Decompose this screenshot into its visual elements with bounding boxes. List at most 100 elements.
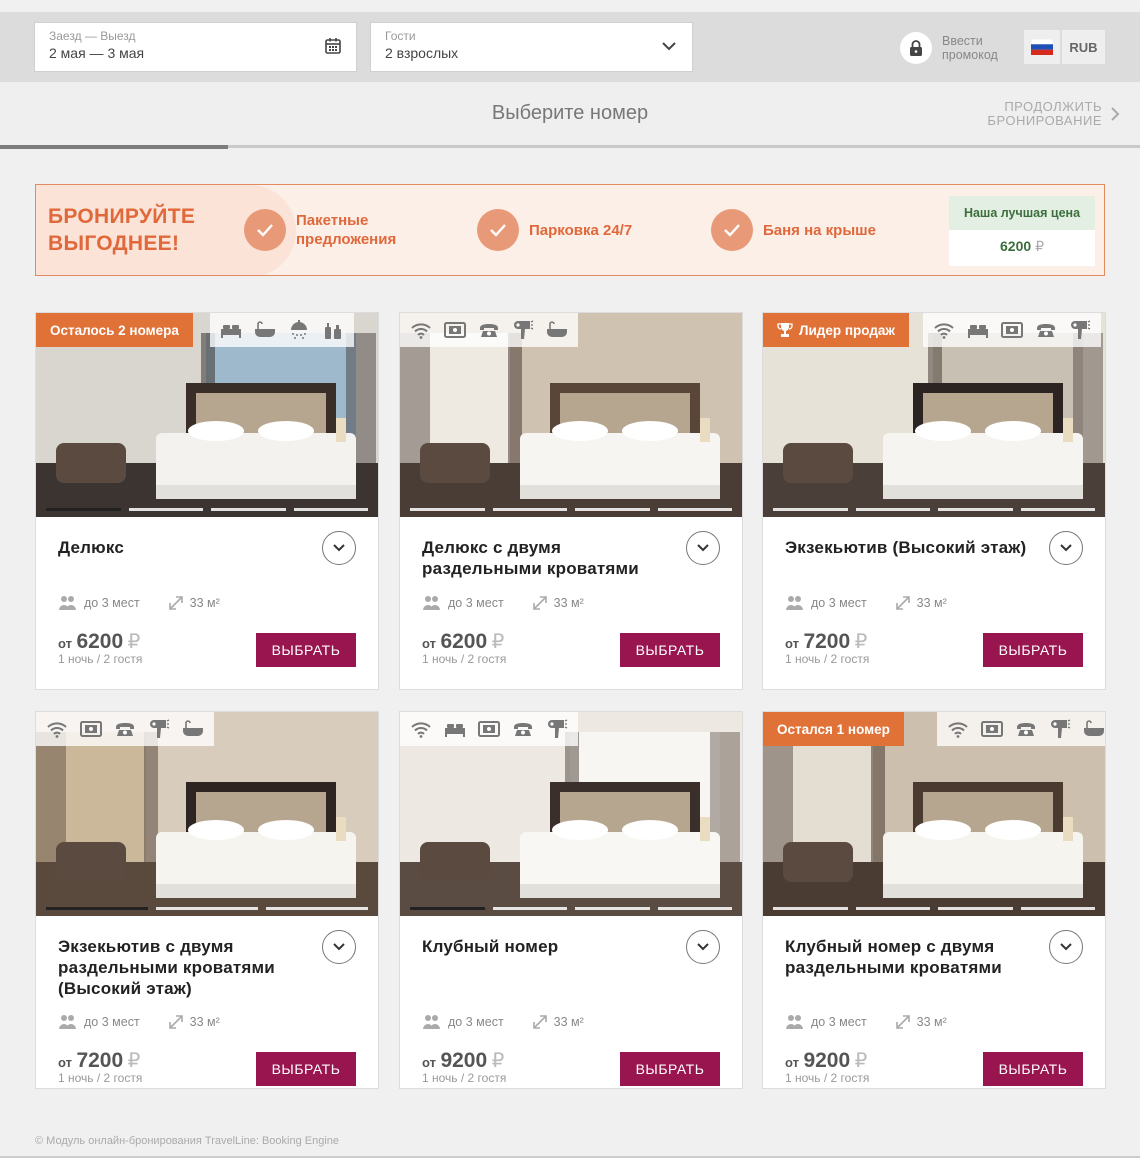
select-room-button[interactable]: ВЫБРАТЬ — [983, 1052, 1083, 1086]
wifi-icon — [933, 319, 955, 341]
guests-field[interactable]: Гости 2 взрослых — [370, 22, 693, 72]
carousel-dot[interactable] — [1020, 907, 1095, 910]
banner-title-line1: БРОНИРУЙТЕ — [48, 205, 196, 228]
expand-details-button[interactable] — [1049, 930, 1083, 964]
expand-details-button[interactable] — [686, 531, 720, 565]
continue-booking-link[interactable]: ПРОДОЛЖИТЬ БРОНИРОВАНИЕ — [987, 100, 1102, 128]
carousel-dot[interactable] — [657, 508, 732, 511]
carousel-dot[interactable] — [266, 907, 368, 910]
capacity-text: до 3 мест — [811, 596, 867, 610]
carousel-dot[interactable] — [492, 907, 567, 910]
area-text: 33 м² — [553, 596, 584, 610]
room-specs: до 3 мест 33 м² — [785, 1014, 947, 1030]
carousel-dot[interactable] — [1020, 508, 1095, 511]
carousel-dot[interactable] — [938, 508, 1013, 511]
check-icon — [244, 209, 286, 251]
wifi-icon — [46, 718, 68, 740]
room-specs: до 3 мест 33 м² — [422, 595, 584, 611]
room-photo[interactable] — [400, 712, 742, 916]
calendar-icon[interactable] — [324, 37, 342, 55]
guests-label: Гости — [385, 29, 416, 43]
banner-feature: Пакетные предложения — [244, 209, 396, 251]
best-price-value: 6200 ₽ — [949, 230, 1095, 255]
price-from: от — [58, 1055, 72, 1070]
room-name[interactable]: Экзекьютив (Высокий этаж) — [785, 537, 1033, 558]
carousel-dot[interactable] — [293, 508, 368, 511]
amenities-strip — [937, 712, 1105, 746]
area-icon — [895, 1014, 911, 1030]
expand-details-button[interactable] — [686, 930, 720, 964]
progress-fill — [0, 145, 228, 149]
carousel-dot[interactable] — [938, 907, 1013, 910]
amenities-strip — [400, 712, 578, 746]
dates-field[interactable]: Заезд — Выезд 2 мая — 3 мая — [34, 22, 357, 72]
select-room-button[interactable]: ВЫБРАТЬ — [620, 1052, 720, 1086]
russia-flag-icon[interactable] — [1024, 30, 1060, 64]
carousel-dot[interactable] — [128, 508, 203, 511]
room-name[interactable]: Экзекьютив с двумя раздельными кроватями… — [58, 936, 306, 999]
expand-details-button[interactable] — [322, 930, 356, 964]
chevron-down-icon[interactable] — [660, 37, 678, 55]
bed-icon — [967, 319, 989, 341]
room-photo[interactable] — [400, 313, 742, 517]
expand-details-button[interactable] — [1049, 531, 1083, 565]
carousel-dot[interactable] — [855, 508, 930, 511]
amenities-strip — [210, 313, 354, 347]
room-photo[interactable] — [36, 712, 378, 916]
step-bar: Выберите номер ПРОДОЛЖИТЬ БРОНИРОВАНИЕ — [0, 82, 1140, 148]
price-per: 1 ночь / 2 гостя — [785, 1071, 870, 1085]
chevron-down-icon — [1059, 543, 1073, 553]
select-room-button[interactable]: ВЫБРАТЬ — [256, 633, 356, 667]
room-specs: до 3 мест 33 м² — [58, 1014, 220, 1030]
carousel-dot[interactable] — [156, 907, 258, 910]
carousel-dot[interactable] — [773, 907, 848, 910]
select-room-button[interactable]: ВЫБРАТЬ — [620, 633, 720, 667]
banner-feature: Баня на крыше — [711, 209, 876, 251]
room-name[interactable]: Клубный номер — [422, 936, 670, 957]
price-from: от — [785, 636, 799, 651]
room-photo[interactable]: Остался 1 номер — [763, 712, 1105, 916]
room-photo[interactable]: Лидер продаж — [763, 313, 1105, 517]
room-photo[interactable]: Осталось 2 номера — [36, 313, 378, 517]
room-price: от 7200 ₽ 1 ночь / 2 гостя — [785, 630, 869, 666]
price-amount: 7200 — [803, 630, 851, 653]
carousel-dot[interactable] — [657, 907, 732, 910]
carousel-dot[interactable] — [492, 508, 567, 511]
safe-icon — [80, 718, 102, 740]
promo-code-button[interactable]: Ввести промокод — [900, 32, 998, 64]
carousel-dot[interactable] — [575, 508, 650, 511]
check-icon — [477, 209, 519, 251]
price-currency: ₽ — [491, 631, 505, 653]
badge-text: Остался 1 номер — [777, 721, 890, 737]
carousel-dot[interactable] — [46, 508, 121, 511]
chevron-down-icon — [332, 942, 346, 952]
room-badge: Лидер продаж — [763, 313, 909, 347]
carousel-dot[interactable] — [46, 907, 148, 910]
area-text: 33 м² — [916, 1015, 947, 1029]
guests-icon — [785, 595, 805, 611]
room-card: Остался 1 номер Клубный номер с двумя ра… — [762, 711, 1106, 1089]
carousel-dot[interactable] — [855, 907, 930, 910]
hairdryer-icon — [148, 718, 170, 740]
room-name[interactable]: Делюкс — [58, 537, 306, 558]
carousel-dot[interactable] — [773, 508, 848, 511]
safe-icon — [444, 319, 466, 341]
carousel-dot[interactable] — [211, 508, 286, 511]
carousel-dot[interactable] — [575, 907, 650, 910]
guests-icon — [58, 1014, 78, 1030]
expand-details-button[interactable] — [322, 531, 356, 565]
room-name[interactable]: Делюкс с двумя раздельными кроватями — [422, 537, 670, 579]
room-name[interactable]: Клубный номер с двумя раздельными кроват… — [785, 936, 1033, 978]
chevron-right-icon[interactable] — [1110, 106, 1120, 127]
guests-icon — [422, 595, 442, 611]
carousel-dot[interactable] — [410, 907, 485, 910]
currency-button[interactable]: RUB — [1062, 30, 1105, 64]
phone-icon — [478, 319, 500, 341]
price-amount: 9200 — [803, 1049, 851, 1072]
select-room-button[interactable]: ВЫБРАТЬ — [256, 1052, 356, 1086]
banner-feature: Парковка 24/7 — [477, 209, 632, 251]
price-amount: 6200 — [76, 630, 124, 653]
select-room-button[interactable]: ВЫБРАТЬ — [983, 633, 1083, 667]
carousel-dot[interactable] — [410, 508, 485, 511]
guests-icon — [58, 595, 78, 611]
